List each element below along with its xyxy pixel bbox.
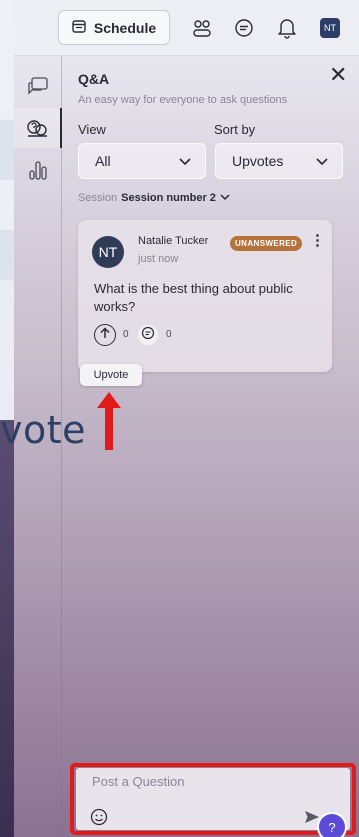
schedule-button[interactable]: Schedule — [58, 10, 170, 45]
session-value: Session number 2 — [121, 192, 216, 204]
chevron-down-icon — [316, 153, 328, 169]
view-select-value: All — [95, 153, 111, 169]
sort-select[interactable]: Upvotes — [215, 143, 343, 179]
session-label: Session — [78, 192, 118, 204]
background-partial-text: vote — [0, 408, 87, 452]
user-avatar[interactable]: NT — [320, 18, 340, 38]
comment-icon — [141, 326, 155, 345]
upvote-tooltip: Upvote — [80, 364, 142, 386]
background-strip — [0, 420, 14, 837]
sort-label: Sort by — [214, 122, 256, 137]
view-select[interactable]: All — [78, 143, 206, 179]
rail-polls-icon[interactable] — [14, 150, 62, 190]
arrow-up-icon — [99, 326, 111, 344]
calendar-icon — [72, 19, 86, 36]
panel-title: Q&A — [78, 71, 110, 87]
comment-count: 0 — [166, 329, 172, 340]
panel-subtitle: An easy way for everyone to ask question… — [78, 94, 288, 106]
rail-qa-icon[interactable] — [14, 108, 62, 148]
close-icon[interactable]: ✕ — [329, 64, 347, 86]
question-card: NT Natalie Tucker just now UNANSWERED ⋮ … — [78, 220, 332, 372]
sort-select-value: Upvotes — [232, 153, 284, 169]
chevron-down-icon — [220, 192, 230, 204]
comment-button[interactable] — [138, 325, 158, 345]
top-header: Schedule NT — [14, 0, 359, 56]
more-options-icon[interactable]: ⋮ — [310, 233, 325, 248]
timestamp: just now — [138, 253, 179, 265]
author-name: Natalie Tucker — [138, 235, 209, 247]
view-label: View — [78, 122, 106, 137]
compose-highlight-box — [70, 763, 356, 835]
people-icon[interactable] — [190, 16, 214, 40]
annotation-arrow — [105, 404, 113, 450]
upvote-button[interactable] — [94, 324, 116, 346]
chat-bubble-icon[interactable] — [232, 16, 256, 40]
avatar: NT — [92, 236, 124, 268]
status-badge: UNANSWERED — [230, 236, 303, 251]
schedule-label: Schedule — [93, 19, 157, 36]
question-text: What is the best thing about public work… — [94, 281, 293, 314]
chevron-down-icon — [179, 153, 191, 169]
question-mark-icon: ? — [328, 819, 336, 835]
bell-icon[interactable] — [275, 16, 299, 40]
session-selector[interactable]: Session Session number 2 — [78, 192, 230, 204]
rail-chat-icon[interactable] — [14, 67, 62, 107]
help-button[interactable]: ? — [317, 812, 347, 837]
upvote-count: 0 — [123, 329, 129, 340]
